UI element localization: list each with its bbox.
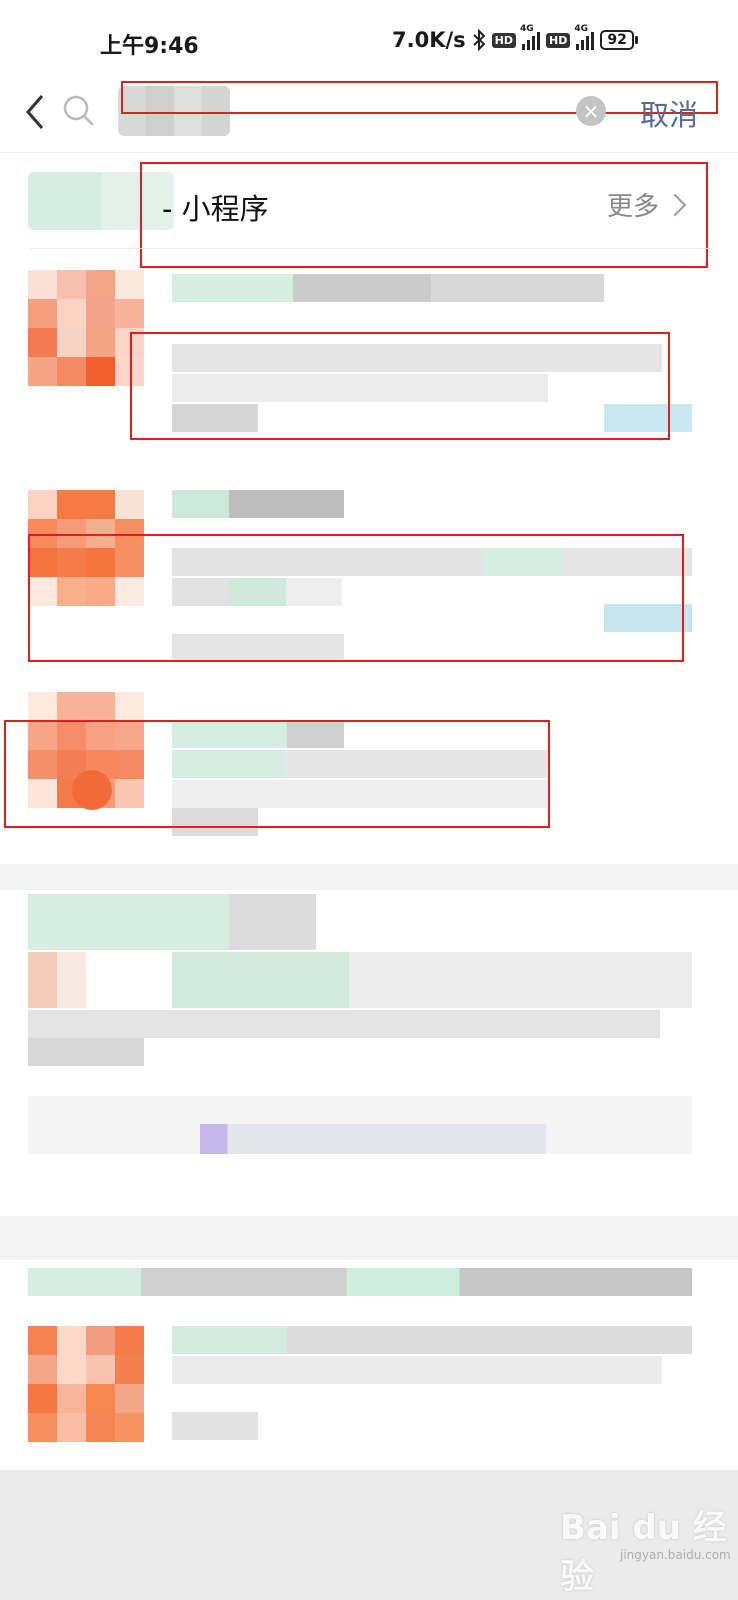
status-indicators: 7.0K/s HD 4G HD 4G 92 bbox=[392, 24, 638, 52]
bluetooth-icon bbox=[472, 29, 486, 51]
section-divider bbox=[30, 248, 710, 249]
section-separator bbox=[0, 864, 738, 890]
net-speed: 7.0K/s bbox=[392, 28, 466, 52]
card-line-blurred-2 bbox=[28, 1010, 660, 1038]
annotation-box-result-2 bbox=[28, 534, 684, 662]
result-title-blurred bbox=[172, 1326, 692, 1354]
annotation-box-section bbox=[140, 162, 708, 268]
status-time: 上午9:46 bbox=[100, 34, 199, 59]
result-title-blurred bbox=[172, 490, 344, 518]
annotation-box-search bbox=[121, 81, 718, 114]
result-desc-blurred bbox=[172, 1356, 662, 1384]
signal-icon: 4G bbox=[520, 24, 540, 50]
network-type: 4G bbox=[520, 24, 534, 34]
header-divider bbox=[0, 152, 738, 153]
annotation-box-result-1 bbox=[130, 332, 670, 440]
card-line-blurred-3 bbox=[28, 1038, 144, 1066]
section-separator-2 bbox=[0, 1216, 738, 1260]
card-line-blurred bbox=[172, 952, 692, 1008]
card-tag-blurred bbox=[200, 1124, 546, 1154]
result-avatar-blurred bbox=[28, 1326, 144, 1442]
card-thumb-blurred bbox=[28, 952, 86, 1008]
card-title-blurred bbox=[28, 894, 316, 950]
watermark-url: jingyan.baidu.com bbox=[620, 1548, 731, 1562]
hd-badge: HD bbox=[491, 32, 516, 48]
battery-icon: 92 bbox=[600, 30, 638, 50]
annotation-box-result-3 bbox=[4, 720, 550, 828]
network-type-2: 4G bbox=[574, 24, 588, 34]
clear-icon[interactable]: × bbox=[576, 96, 606, 126]
back-button[interactable] bbox=[22, 92, 52, 132]
back-arrow-icon bbox=[26, 95, 44, 129]
result-avatar-blurred bbox=[28, 270, 144, 386]
result-meta-blurred bbox=[172, 1412, 258, 1440]
signal-icon-2: 4G bbox=[574, 24, 595, 50]
cancel-button[interactable]: 取消 bbox=[640, 92, 698, 134]
result-title-blurred bbox=[172, 274, 604, 302]
hd-badge-2: HD bbox=[546, 32, 571, 48]
result-header-blurred bbox=[28, 1268, 692, 1296]
content-card-blurred[interactable] bbox=[28, 894, 692, 1214]
battery-level: 92 bbox=[600, 30, 634, 50]
search-icon bbox=[63, 95, 94, 126]
result-item[interactable] bbox=[28, 1268, 692, 1444]
